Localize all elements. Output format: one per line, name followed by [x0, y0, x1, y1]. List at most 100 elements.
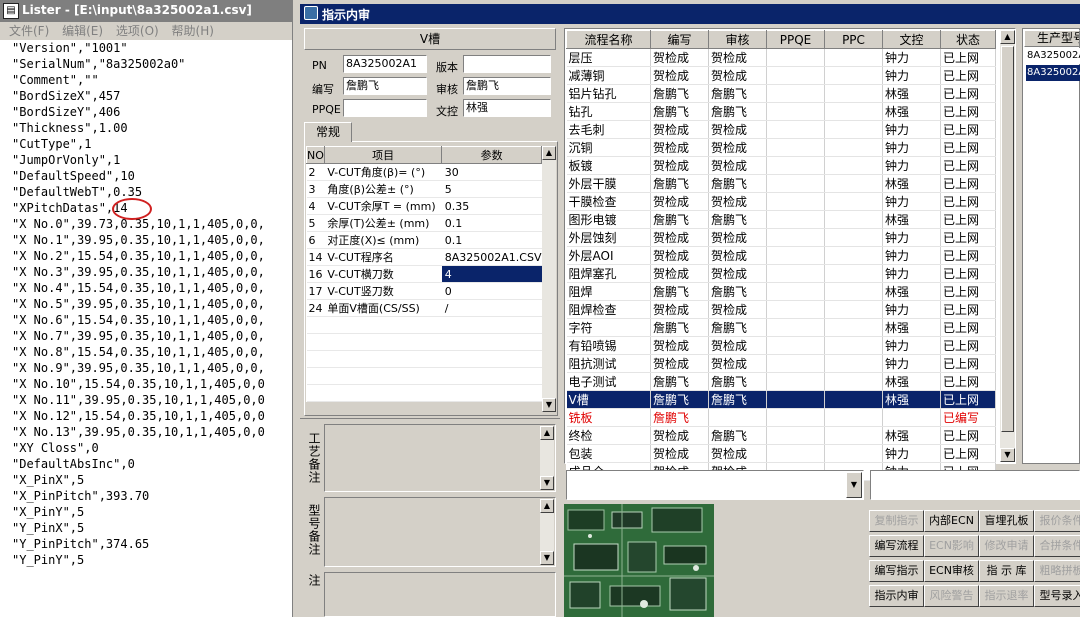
process-cell[interactable]: 铣板 — [566, 408, 651, 427]
process-cell[interactable]: 贺检成 — [650, 264, 709, 283]
process-cell[interactable]: 外层AOI — [566, 246, 651, 265]
process-cell[interactable] — [824, 138, 883, 157]
process-row[interactable]: 去毛刺 贺检成 贺检成 钟力 已上网 — [566, 120, 996, 139]
process-cell[interactable] — [766, 210, 825, 229]
scroll-up-icon[interactable]: ▲ — [540, 499, 554, 513]
param-cell-value[interactable]: 30 — [441, 163, 542, 181]
process-cell[interactable]: 已上网 — [940, 444, 996, 463]
process-cell[interactable] — [766, 318, 825, 337]
process-row[interactable]: 外层干膜 詹鹏飞 詹鹏飞 林强 已上网 — [566, 174, 996, 193]
process-cell[interactable]: 詹鹏飞 — [650, 174, 709, 193]
process-cell[interactable]: 詹鹏飞 — [650, 102, 709, 121]
process-cell[interactable]: 贺检成 — [650, 66, 709, 85]
process-row[interactable]: 铝片钻孔 詹鹏飞 詹鹏飞 林强 已上网 — [566, 84, 996, 103]
param-cell-no[interactable]: 14 — [306, 248, 325, 266]
process-cell[interactable]: 林强 — [882, 282, 941, 301]
menu-file[interactable]: 文件(F) — [9, 22, 49, 40]
param-row[interactable]: 4 V-CUT余厚T = (mm) 0.35 — [306, 197, 542, 215]
process-cell[interactable] — [824, 282, 883, 301]
process-cell[interactable]: 贺检成 — [708, 156, 767, 175]
process-cell[interactable] — [766, 444, 825, 463]
process-cell[interactable]: 林强 — [882, 102, 941, 121]
doc-control-field[interactable]: 林强 — [463, 99, 551, 117]
process-cell[interactable] — [824, 372, 883, 391]
process-cell[interactable]: 林强 — [882, 372, 941, 391]
process-row[interactable]: 干膜检查 贺检成 贺检成 钟力 已上网 — [566, 192, 996, 211]
process-cell[interactable]: 詹鹏飞 — [708, 102, 767, 121]
process-cell[interactable]: 终检 — [566, 426, 651, 445]
process-cell[interactable]: 已上网 — [940, 84, 996, 103]
process-cell[interactable] — [766, 246, 825, 265]
process-row[interactable]: 阻抗测试 贺检成 贺检成 钟力 已上网 — [566, 354, 996, 373]
process-cell[interactable]: 詹鹏飞 — [708, 84, 767, 103]
process-cell[interactable] — [824, 264, 883, 283]
param-row[interactable]: 16 V-CUT横刀数 4 — [306, 265, 542, 283]
process-cell[interactable]: 詹鹏飞 — [650, 408, 709, 427]
process-cell[interactable] — [766, 102, 825, 121]
scroll-up-icon[interactable]: ▲ — [540, 426, 554, 440]
param-cell-no[interactable]: 24 — [306, 299, 325, 317]
process-cell[interactable] — [824, 174, 883, 193]
process-cell[interactable]: 贺检成 — [708, 66, 767, 85]
process-row[interactable]: 终检 贺检成 詹鹏飞 林强 已上网 — [566, 426, 996, 445]
process-cell[interactable] — [824, 210, 883, 229]
process-cell[interactable] — [766, 282, 825, 301]
menu-help[interactable]: 帮助(H) — [172, 22, 214, 40]
param-cell-item[interactable]: 单面V槽面(CS/SS) — [324, 299, 442, 317]
param-cell-value[interactable]: 5 — [441, 180, 542, 198]
process-cell[interactable]: 钟力 — [882, 156, 941, 175]
process-cell[interactable]: 贺检成 — [650, 48, 709, 67]
process-cell[interactable]: 已上网 — [940, 102, 996, 121]
param-col-no[interactable]: NO — [306, 146, 325, 164]
param-row[interactable]: 5 余厚(T)公差± (mm) 0.1 — [306, 214, 542, 232]
process-cell[interactable]: 贺检成 — [650, 300, 709, 319]
process-cell[interactable] — [766, 192, 825, 211]
menu-options[interactable]: 选项(O) — [116, 22, 159, 40]
model-list-header[interactable]: 生产型号 — [1024, 30, 1080, 47]
search-input[interactable] — [870, 470, 1080, 500]
process-cell[interactable] — [766, 408, 825, 427]
process-cell[interactable] — [766, 66, 825, 85]
process-cell[interactable]: 去毛刺 — [566, 120, 651, 139]
process-row[interactable]: 阻焊检查 贺检成 贺检成 钟力 已上网 — [566, 300, 996, 319]
process-cell[interactable] — [824, 48, 883, 67]
process-cell[interactable]: 层压 — [566, 48, 651, 67]
param-row[interactable]: 17 V-CUT竖刀数 0 — [306, 282, 542, 300]
param-cell-value[interactable]: / — [441, 299, 542, 317]
process-cell[interactable]: 贺检成 — [708, 120, 767, 139]
action-button[interactable]: 报价条件 — [1034, 510, 1080, 532]
process-row[interactable]: 沉铜 贺检成 贺检成 钟力 已上网 — [566, 138, 996, 157]
process-cell[interactable]: 已上网 — [940, 174, 996, 193]
process-cell[interactable]: 钟力 — [882, 138, 941, 157]
model-list-item[interactable]: 8A325002A — [1026, 48, 1080, 64]
flow-select[interactable]: ▼ — [566, 470, 864, 500]
action-button[interactable]: 修改申请 — [979, 535, 1034, 557]
pn-field[interactable]: 8A325002A1 — [343, 55, 427, 73]
lister-content[interactable]: "Version","1001" "SerialNum","8a325002a0"… — [12, 40, 296, 568]
process-cell[interactable]: 贺检成 — [650, 354, 709, 373]
process-cell[interactable]: 电子测试 — [566, 372, 651, 391]
vgroove-header-button[interactable]: V槽 — [304, 28, 556, 50]
action-button[interactable]: 指 示 库 — [979, 560, 1034, 582]
model-note-field[interactable] — [324, 497, 556, 567]
proc-col-reviewer[interactable]: 审核 — [708, 30, 767, 49]
process-cell[interactable]: 有铅喷锡 — [566, 336, 651, 355]
process-cell[interactable] — [824, 444, 883, 463]
param-cell-item[interactable]: 角度(β)公差± (°) — [324, 180, 442, 198]
process-cell[interactable] — [824, 300, 883, 319]
process-cell[interactable]: 阻焊 — [566, 282, 651, 301]
process-cell[interactable]: 钟力 — [882, 66, 941, 85]
process-cell[interactable]: 詹鹏飞 — [708, 372, 767, 391]
action-button[interactable]: 指示退率 — [979, 585, 1034, 607]
process-cell[interactable]: 已上网 — [940, 48, 996, 67]
process-cell[interactable]: 钟力 — [882, 354, 941, 373]
process-cell[interactable] — [766, 84, 825, 103]
param-cell-item[interactable]: V-CUT程序名 — [324, 248, 442, 266]
process-cell[interactable]: 贺检成 — [708, 354, 767, 373]
process-cell[interactable]: 干膜检查 — [566, 192, 651, 211]
scroll-up-icon[interactable]: ▲ — [1000, 30, 1015, 44]
action-button[interactable]: 复制指示 — [869, 510, 924, 532]
action-button[interactable]: 合拼条件 — [1034, 535, 1080, 557]
process-cell[interactable]: 贺检成 — [650, 192, 709, 211]
param-cell-no[interactable]: 16 — [306, 265, 325, 283]
